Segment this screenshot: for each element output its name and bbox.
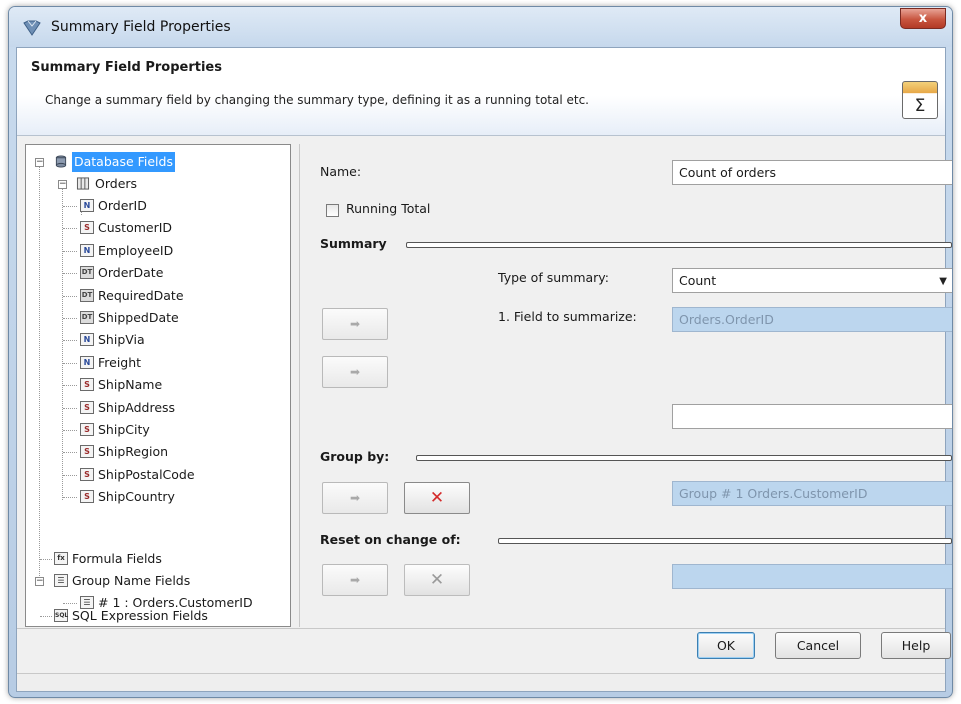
type-of-summary-label: Type of summary: [498, 270, 609, 285]
tree-label: ShipPostalCode [98, 466, 195, 482]
collapse-icon[interactable]: − [35, 158, 44, 167]
collapse-icon[interactable]: − [35, 577, 44, 586]
name-label: Name: [320, 164, 362, 179]
datetime-field-icon: DT [80, 266, 94, 280]
tree-label: EmployeeID [98, 242, 174, 258]
datetime-field-icon: DT [80, 311, 94, 324]
tree-label: OrderID [98, 198, 147, 213]
remove-group-button[interactable]: ✕ [404, 482, 470, 514]
add-field-button[interactable]: ➡ [322, 308, 388, 340]
remove-reset-button[interactable]: ✕ [404, 564, 470, 596]
section-divider [498, 538, 952, 544]
title-bar[interactable]: Summary Field Properties x [9, 7, 952, 47]
datetime-field-icon: DT [80, 288, 94, 302]
dialog-header: Summary Field Properties Change a summar… [17, 48, 945, 136]
string-field-icon: S [80, 423, 94, 436]
dialog-client: Summary Field Properties Change a summar… [16, 47, 952, 692]
properties-pane: Name: Count of orders Running Total Summ… [299, 144, 952, 627]
number-field-icon: N [80, 355, 94, 369]
summary-section-title: Summary [320, 236, 387, 251]
tree-label: Orders [95, 176, 138, 191]
field-tree[interactable]: − Database Fields − Orders N OrderID S Cu [25, 144, 291, 627]
chevron-down-icon[interactable]: ▼ [939, 273, 947, 290]
reset-on-change-input[interactable] [672, 564, 952, 589]
running-total-label[interactable]: Running Total [346, 201, 430, 216]
tree-label: RequiredDate [98, 287, 184, 303]
formula-icon: fx [54, 552, 68, 565]
tree-label: SQL Expression Fields [72, 608, 208, 623]
status-bar [17, 673, 945, 691]
add-reset-button[interactable]: ➡ [322, 564, 388, 596]
number-field-icon: N [80, 243, 94, 257]
add-group-button[interactable]: ➡ [322, 482, 388, 514]
tree-label: Freight [98, 354, 142, 370]
running-total-checkbox[interactable] [326, 204, 339, 217]
field-to-summarize-input[interactable]: Orders.OrderID [672, 307, 952, 332]
ok-button[interactable]: OK [697, 632, 755, 659]
table-icon [76, 177, 90, 190]
string-field-icon: S [80, 221, 94, 235]
string-field-icon: S [80, 400, 94, 414]
string-field-icon: S [80, 490, 94, 504]
number-field-icon: N [80, 199, 94, 212]
header-description: Change a summary field by changing the s… [45, 93, 589, 107]
tree-label: ShipCity [98, 422, 150, 437]
tree-label: ShipVia [98, 332, 145, 348]
reset-section-title: Reset on change of: [320, 532, 461, 547]
group-by-section-title: Group by: [320, 449, 390, 464]
tree-label: ShippedDate [98, 310, 179, 325]
type-of-summary-select[interactable]: Count ▼ [672, 268, 952, 293]
tree-label: ShipCountry [98, 489, 175, 505]
tree-label: ShipName [98, 377, 163, 393]
window-title: Summary Field Properties [51, 19, 231, 35]
number-field-icon: N [80, 333, 94, 347]
collapse-icon[interactable]: − [58, 180, 67, 189]
string-field-icon: S [80, 378, 94, 392]
extra-field-input[interactable] [672, 404, 952, 429]
section-divider [416, 455, 952, 461]
tree-label: ShipRegion [98, 444, 169, 460]
add-field-button-2[interactable]: ➡ [322, 356, 388, 388]
tree-label: ShipAddress [98, 399, 176, 415]
tree-label: Database Fields [72, 152, 175, 172]
section-divider [406, 242, 952, 248]
sql-icon: SQL [54, 609, 68, 622]
app-icon [23, 20, 41, 36]
database-icon [55, 155, 67, 168]
string-field-icon: S [80, 445, 94, 459]
name-input[interactable]: Count of orders [672, 160, 952, 185]
type-of-summary-value: Count [679, 273, 717, 288]
help-button[interactable]: Help [881, 632, 951, 659]
footer-divider [17, 628, 945, 629]
group-icon: ☰ [54, 574, 68, 587]
tree-label: Group Name Fields [72, 573, 191, 588]
dialog-window: Summary Field Properties x Summary Field… [8, 6, 953, 698]
tree-label: OrderDate [98, 265, 164, 281]
tree-label: CustomerID [98, 220, 173, 236]
tree-label: Formula Fields [72, 551, 162, 566]
string-field-icon: S [80, 467, 94, 481]
group-by-input[interactable]: Group # 1 Orders.CustomerID [672, 481, 952, 506]
cancel-button[interactable]: Cancel [775, 632, 861, 659]
sigma-icon: Σ [902, 81, 938, 119]
field-to-summarize-label: 1. Field to summarize: [498, 309, 637, 324]
header-title: Summary Field Properties [31, 60, 222, 75]
close-button[interactable]: x [900, 8, 946, 29]
tree-connector [39, 162, 40, 582]
